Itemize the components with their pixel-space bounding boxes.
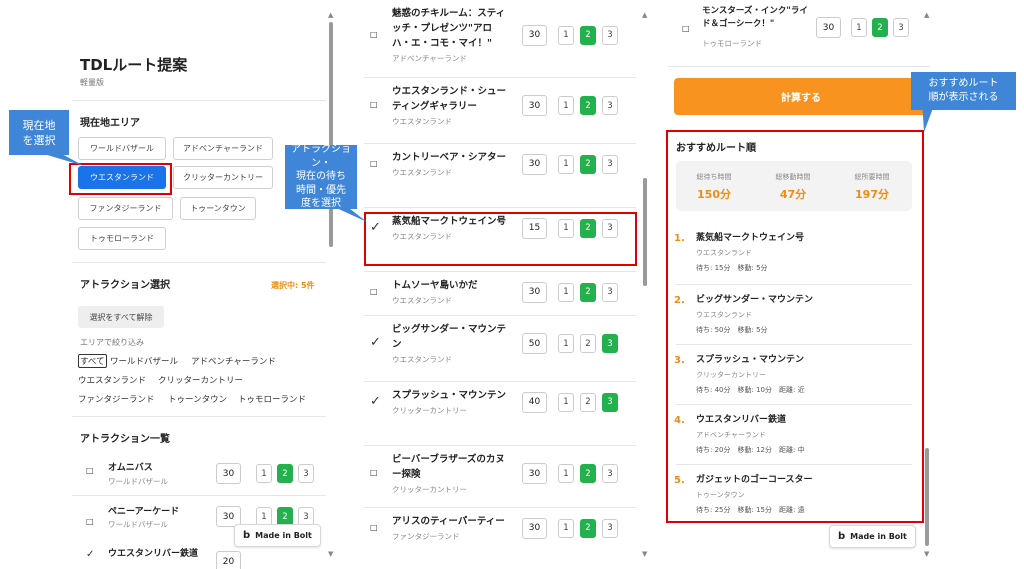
callout-arrow-1 (44, 100, 936, 222)
callout-result-shown: おすすめルート 順が表示される (911, 72, 1016, 110)
callout-select-attraction: アトラクション・ 現在の待ち 時間・優先 度を選択 (285, 144, 357, 209)
